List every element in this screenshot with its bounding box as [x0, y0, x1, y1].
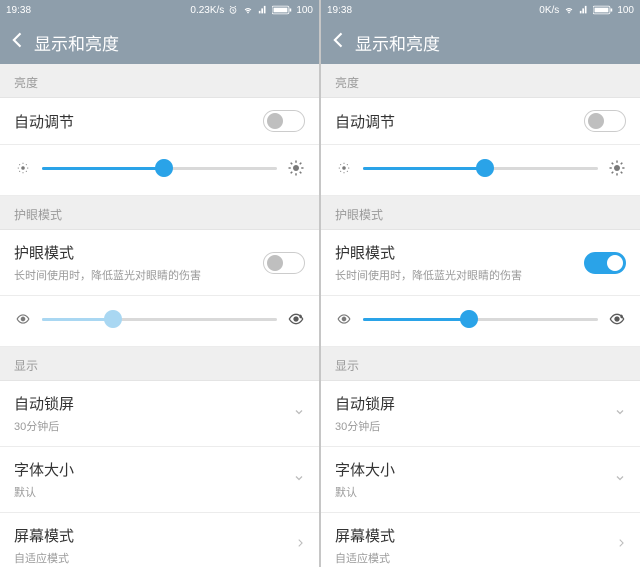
status-speed: 0.23K/s: [190, 5, 224, 16]
wifi-icon: [563, 5, 575, 15]
eye-mode-toggle[interactable]: [584, 252, 626, 274]
status-battery: 100: [617, 5, 634, 16]
nav-title: 显示和亮度: [34, 30, 119, 55]
signal-icon: [258, 5, 268, 15]
nav-bar: 显示和亮度: [321, 20, 640, 64]
eye-icon: [335, 310, 353, 328]
screen-mode-row[interactable]: 屏幕模式 自适应模式: [321, 513, 640, 567]
eye-mode-label: 护眼模式: [14, 242, 263, 263]
eye-mode-row[interactable]: 护眼模式 长时间使用时，降低蓝光对眼睛的伤害: [0, 230, 319, 296]
display-header: 显示: [0, 347, 319, 381]
battery-icon: [272, 5, 292, 15]
chevron-down-icon: [293, 405, 305, 423]
phone-right: 19:38 0K/s 100 显示和亮度 亮度 自动调节: [321, 0, 640, 567]
status-bar: 19:38 0K/s 100: [321, 0, 640, 20]
battery-icon: [593, 5, 613, 15]
alarm-icon: [228, 5, 238, 15]
eye-mode-sub: 长时间使用时，降低蓝光对眼睛的伤害: [335, 267, 584, 283]
font-size-sub: 默认: [14, 484, 293, 500]
status-info: 0K/s 100: [539, 5, 634, 16]
brightness-header: 亮度: [321, 64, 640, 98]
wifi-icon: [242, 5, 254, 15]
nav-bar: 显示和亮度: [0, 20, 319, 64]
brightness-header: 亮度: [0, 64, 319, 98]
auto-lock-row[interactable]: 自动锁屏 30分钟后: [321, 381, 640, 447]
brightness-slider-row: [321, 145, 640, 196]
brightness-high-icon: [287, 159, 305, 177]
screen-mode-sub: 自适应模式: [335, 550, 616, 566]
brightness-low-icon: [14, 159, 32, 177]
display-header: 显示: [321, 347, 640, 381]
eye-header: 护眼模式: [321, 196, 640, 230]
eye-slider[interactable]: [42, 318, 277, 321]
auto-lock-label: 自动锁屏: [14, 393, 293, 414]
font-size-label: 字体大小: [335, 459, 614, 480]
font-size-label: 字体大小: [14, 459, 293, 480]
brightness-slider[interactable]: [42, 167, 277, 170]
auto-lock-sub: 30分钟后: [335, 418, 614, 434]
screen-mode-label: 屏幕模式: [335, 525, 616, 546]
auto-lock-label: 自动锁屏: [335, 393, 614, 414]
auto-adjust-label: 自动调节: [14, 111, 74, 132]
brightness-slider[interactable]: [363, 167, 598, 170]
eye-drop-icon: [287, 310, 305, 328]
status-battery: 100: [296, 5, 313, 16]
chevron-down-icon: [293, 471, 305, 489]
eye-mode-toggle[interactable]: [263, 252, 305, 274]
phone-left: 19:38 0.23K/s 100 显示和亮度 亮度 自动调节: [0, 0, 319, 567]
eye-icon: [14, 310, 32, 328]
font-size-sub: 默认: [335, 484, 614, 500]
chevron-right-icon: [616, 536, 626, 555]
status-time: 19:38: [6, 5, 31, 16]
status-bar: 19:38 0.23K/s 100: [0, 0, 319, 20]
auto-adjust-toggle[interactable]: [584, 110, 626, 132]
auto-adjust-toggle[interactable]: [263, 110, 305, 132]
font-size-row[interactable]: 字体大小 默认: [0, 447, 319, 513]
auto-adjust-row[interactable]: 自动调节: [0, 98, 319, 145]
eye-mode-label: 护眼模式: [335, 242, 584, 263]
back-icon[interactable]: [329, 30, 349, 55]
content: 亮度 自动调节 护眼模式 护眼模式 长时间使用时，降低蓝光对眼睛的伤害: [321, 64, 640, 567]
font-size-row[interactable]: 字体大小 默认: [321, 447, 640, 513]
auto-lock-sub: 30分钟后: [14, 418, 293, 434]
eye-header: 护眼模式: [0, 196, 319, 230]
brightness-low-icon: [335, 159, 353, 177]
screen-mode-row[interactable]: 屏幕模式 自适应模式: [0, 513, 319, 567]
nav-title: 显示和亮度: [355, 30, 440, 55]
screen-mode-label: 屏幕模式: [14, 525, 295, 546]
status-speed: 0K/s: [539, 5, 559, 16]
back-icon[interactable]: [8, 30, 28, 55]
status-time: 19:38: [327, 5, 352, 16]
eye-slider[interactable]: [363, 318, 598, 321]
auto-adjust-label: 自动调节: [335, 111, 395, 132]
content: 亮度 自动调节 护眼模式 护眼模式 长时间使用时，降低蓝光对眼睛的伤害: [0, 64, 319, 567]
eye-drop-icon: [608, 310, 626, 328]
auto-lock-row[interactable]: 自动锁屏 30分钟后: [0, 381, 319, 447]
eye-slider-row: [321, 296, 640, 347]
brightness-slider-row: [0, 145, 319, 196]
brightness-high-icon: [608, 159, 626, 177]
eye-mode-sub: 长时间使用时，降低蓝光对眼睛的伤害: [14, 267, 263, 283]
eye-mode-row[interactable]: 护眼模式 长时间使用时，降低蓝光对眼睛的伤害: [321, 230, 640, 296]
screen-mode-sub: 自适应模式: [14, 550, 295, 566]
chevron-down-icon: [614, 405, 626, 423]
status-info: 0.23K/s 100: [190, 5, 313, 16]
chevron-down-icon: [614, 471, 626, 489]
chevron-right-icon: [295, 536, 305, 555]
eye-slider-row: [0, 296, 319, 347]
signal-icon: [579, 5, 589, 15]
auto-adjust-row[interactable]: 自动调节: [321, 98, 640, 145]
